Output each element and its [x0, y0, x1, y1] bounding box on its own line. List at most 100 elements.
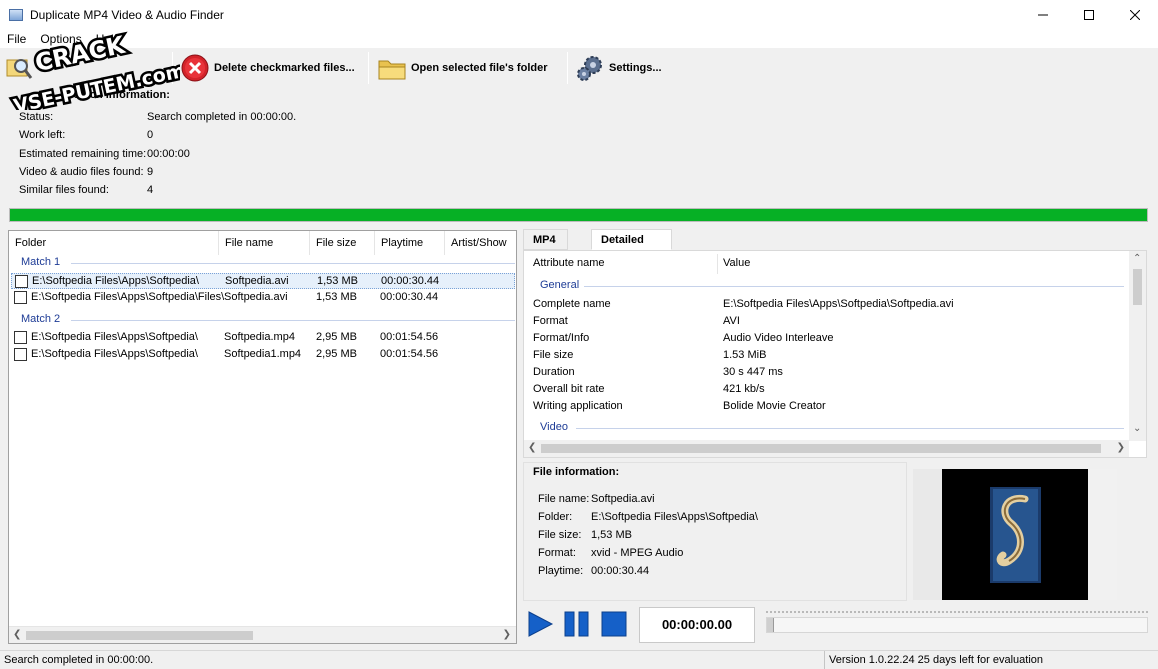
search-progress-bar: [9, 208, 1148, 222]
scroll-right-icon[interactable]: ❯: [503, 629, 511, 640]
info-value-status: Search completed in 00:00:00.: [147, 111, 297, 123]
attr-name: Format/Info: [533, 332, 590, 344]
attr-value: 1.53 MiB: [723, 349, 767, 361]
file-info-label: File name:: [538, 493, 590, 505]
column-playtime[interactable]: Playtime: [375, 231, 445, 255]
info-label-status: Status:: [19, 111, 54, 123]
table-row[interactable]: E:\Softpedia Files\Apps\Softpedia\Files\…: [11, 290, 515, 306]
file-info-label: Folder:: [538, 511, 573, 523]
file-info-value: 00:00:30.44: [591, 565, 650, 577]
file-info-label: Format:: [538, 547, 576, 559]
attr-value: AVI: [723, 315, 740, 327]
seek-knob[interactable]: [767, 618, 774, 632]
row-checkbox[interactable]: [15, 275, 28, 288]
title-bar: Duplicate MP4 Video & Audio Finder: [0, 0, 1158, 30]
play-button[interactable]: [526, 610, 554, 638]
scroll-down-icon[interactable]: ⌄: [1133, 423, 1141, 434]
file-information-title: File information:: [533, 466, 620, 478]
tab-mp4-tags[interactable]: MP4 Tags: [523, 229, 568, 266]
info-label-files-found: Video & audio files found:: [19, 166, 144, 178]
playback-time: 00:00:00.00: [639, 607, 755, 643]
delete-checkmarked-button[interactable]: Delete checkmarked files...: [180, 53, 355, 83]
minimize-button[interactable]: [1020, 0, 1066, 30]
results-list[interactable]: Folder File name File size Playtime Arti…: [8, 230, 517, 644]
table-row[interactable]: E:\Softpedia Files\Apps\Softpedia\ Softp…: [11, 273, 515, 289]
file-information-panel: File information: File name: Softpedia.a…: [523, 462, 907, 601]
scroll-left-icon[interactable]: ❮: [528, 442, 536, 453]
scrollbar-thumb[interactable]: [1133, 269, 1142, 305]
window-title: Duplicate MP4 Video & Audio Finder: [30, 8, 224, 22]
column-value[interactable]: Value: [723, 251, 750, 275]
status-bar: Search completed in 00:00:00. Version 1.…: [0, 650, 1158, 669]
close-button[interactable]: [1112, 0, 1158, 30]
attr-name: Overall bit rate: [533, 383, 605, 395]
cell-folder: E:\Softpedia Files\Apps\Softpedia\: [31, 331, 198, 343]
column-attribute-name[interactable]: Attribute name: [533, 251, 605, 275]
scroll-right-icon[interactable]: ❯: [1117, 442, 1125, 453]
attr-name: Complete name: [533, 298, 611, 310]
scroll-up-icon[interactable]: ⌃: [1133, 253, 1141, 264]
watermark-logo: CRACK VSE-PUTEM.com: [9, 30, 180, 110]
column-file-name[interactable]: File name: [219, 231, 310, 255]
info-label-work-left: Work left:: [19, 129, 66, 141]
table-row[interactable]: E:\Softpedia Files\Apps\Softpedia\ Softp…: [11, 330, 515, 346]
group-divider: [576, 428, 1124, 429]
file-info-label: Playtime:: [538, 565, 584, 577]
scrollbar-thumb[interactable]: [26, 631, 253, 640]
row-checkbox[interactable]: [14, 331, 27, 344]
file-info-label: File size:: [538, 529, 582, 541]
media-info-panel[interactable]: Attribute name Value General Complete na…: [523, 250, 1147, 458]
column-file-size[interactable]: File size: [310, 231, 375, 255]
maximize-icon: [1084, 10, 1094, 20]
minimize-icon: [1038, 14, 1048, 16]
file-info-value: xvid - MPEG Audio: [591, 547, 684, 559]
media-info-vertical-scrollbar[interactable]: ⌃ ⌄: [1129, 251, 1146, 441]
table-row[interactable]: E:\Softpedia Files\Apps\Softpedia\ Softp…: [11, 347, 515, 363]
tab-detailed-media-information[interactable]: Detailed media information: [591, 229, 672, 286]
app-icon: [9, 9, 23, 21]
scroll-left-icon[interactable]: ❮: [13, 629, 21, 640]
maximize-button[interactable]: [1066, 0, 1112, 30]
column-divider: [717, 254, 718, 274]
info-value-similar-found: 4: [147, 184, 154, 196]
video-preview: [913, 469, 1117, 600]
cell-file-size: 2,95 MB: [316, 331, 357, 343]
attr-name: Duration: [533, 366, 575, 378]
scrollbar-thumb[interactable]: [541, 444, 1101, 453]
open-folder-button[interactable]: Open selected file's folder: [377, 53, 548, 83]
pause-icon: [564, 611, 589, 637]
attr-value: 30 s 447 ms: [723, 366, 783, 378]
seek-slider[interactable]: [766, 617, 1148, 633]
media-info-horizontal-scrollbar[interactable]: ❮ ❯: [524, 440, 1129, 457]
attr-group-video[interactable]: Video: [540, 421, 568, 433]
column-folder[interactable]: Folder: [9, 231, 219, 255]
delete-icon: [180, 53, 210, 83]
pause-button[interactable]: [563, 610, 591, 638]
attr-value: Audio Video Interleave: [723, 332, 834, 344]
cell-playtime: 00:01:54.56: [380, 348, 439, 360]
info-label-remaining-time: Estimated remaining time:: [19, 148, 147, 160]
group-header-match-2[interactable]: Match 2: [21, 313, 60, 325]
settings-button[interactable]: Settings...: [575, 53, 662, 83]
stop-button[interactable]: [600, 610, 628, 638]
folder-icon: [377, 53, 407, 83]
row-checkbox[interactable]: [14, 291, 27, 304]
cell-file-name: Softpedia.mp4: [224, 331, 295, 343]
gears-icon: [575, 53, 605, 83]
attr-value: E:\Softpedia Files\Apps\Softpedia\Softpe…: [723, 298, 954, 310]
version-status: Version 1.0.22.24 25 days left for evalu…: [824, 651, 1043, 669]
cell-playtime: 00:00:30.44: [380, 291, 439, 303]
info-value-work-left: 0: [147, 129, 154, 141]
seek-ticks: [766, 611, 1148, 614]
close-icon: [1130, 10, 1140, 20]
attr-name: Format: [533, 315, 568, 327]
column-artist-show[interactable]: Artist/Show: [445, 231, 516, 255]
results-horizontal-scrollbar[interactable]: ❮ ❯: [9, 626, 516, 643]
group-divider: [584, 286, 1124, 287]
attr-group-general[interactable]: General: [540, 279, 579, 291]
group-header-match-1[interactable]: Match 1: [21, 256, 60, 268]
cell-file-name: Softpedia.avi: [225, 275, 289, 287]
row-checkbox[interactable]: [14, 348, 27, 361]
open-folder-label: Open selected file's folder: [411, 62, 548, 74]
group-divider: [71, 320, 515, 321]
